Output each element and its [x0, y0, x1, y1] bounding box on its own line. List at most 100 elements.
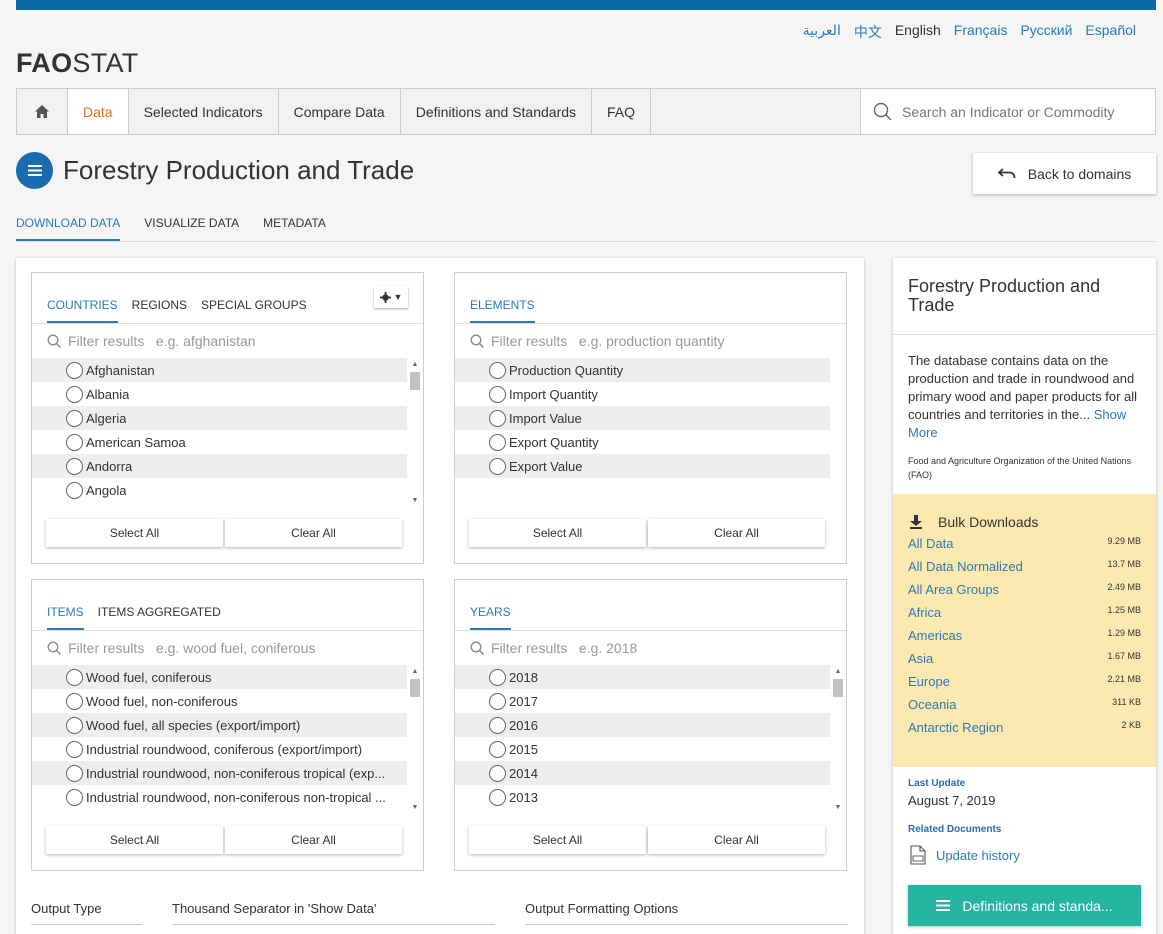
radio-button[interactable]	[66, 788, 83, 806]
radio-button[interactable]	[489, 409, 506, 427]
search-input[interactable]	[902, 103, 1142, 120]
bulk-link[interactable]: Africa	[908, 605, 941, 620]
radio-button[interactable]	[66, 692, 83, 710]
select-all-button[interactable]: Select All	[46, 519, 223, 547]
lang-russian[interactable]: Русский	[1020, 22, 1072, 42]
bulk-link[interactable]: Asia	[908, 651, 933, 666]
bulk-link[interactable]: All Data	[908, 536, 954, 551]
radio-button[interactable]	[66, 361, 83, 379]
list-item[interactable]: 2014	[455, 761, 830, 785]
list-item[interactable]: Industrial roundwood, non-coniferous non…	[32, 785, 407, 809]
bulk-link[interactable]: Europe	[908, 674, 950, 689]
scrollbar[interactable]: ▲ ▼	[832, 667, 844, 813]
settings-dropdown[interactable]: ▼	[374, 286, 408, 308]
select-all-button[interactable]: Select All	[46, 826, 223, 854]
radio-button[interactable]	[489, 361, 506, 379]
scrollbar-thumb[interactable]	[833, 679, 843, 697]
list-item[interactable]: Algeria	[32, 406, 407, 430]
radio-button[interactable]	[66, 457, 83, 475]
scroll-down-icon[interactable]: ▼	[409, 496, 421, 506]
list-item[interactable]: Import Quantity	[455, 382, 830, 406]
tab-countries[interactable]: COUNTRIES	[47, 298, 118, 323]
list-item[interactable]: Wood fuel, coniferous	[32, 665, 407, 689]
radio-button[interactable]	[489, 668, 506, 686]
faostat-logo[interactable]: FAOSTAT	[16, 48, 139, 79]
nav-home[interactable]	[17, 89, 68, 134]
clear-all-button[interactable]: Clear All	[225, 826, 402, 854]
list-item[interactable]: American Samoa	[32, 430, 407, 454]
tab-years[interactable]: YEARS	[470, 605, 511, 630]
list-item[interactable]: Andorra	[32, 454, 407, 478]
list-item[interactable]: Export Value	[455, 454, 830, 478]
nav-definitions-standards[interactable]: Definitions and Standards	[401, 89, 593, 134]
tab-items[interactable]: ITEMS	[47, 605, 84, 630]
nav-faq[interactable]: FAQ	[592, 89, 652, 134]
lang-chinese[interactable]: 中文	[854, 22, 882, 42]
radio-button[interactable]	[489, 385, 506, 403]
definitions-standards-button[interactable]: Definitions and standa...	[908, 885, 1141, 926]
lang-spanish[interactable]: Español	[1085, 22, 1136, 42]
tab-elements[interactable]: ELEMENTS	[470, 298, 535, 323]
select-all-button[interactable]: Select All	[469, 519, 646, 547]
tab-items-aggregated[interactable]: ITEMS AGGREGATED	[98, 605, 221, 630]
scroll-up-icon[interactable]: ▲	[409, 667, 421, 677]
list-item[interactable]: 2017	[455, 689, 830, 713]
tab-visualize-data[interactable]: VISUALIZE DATA	[144, 216, 239, 241]
scrollbar[interactable]: ▲ ▼	[409, 667, 421, 813]
radio-button[interactable]	[66, 740, 83, 758]
radio-button[interactable]	[66, 481, 83, 499]
scroll-up-icon[interactable]: ▲	[832, 667, 844, 677]
list-item[interactable]: 2018	[455, 665, 830, 689]
radio-button[interactable]	[489, 457, 506, 475]
list-item[interactable]: Industrial roundwood, non-coniferous tro…	[32, 761, 407, 785]
radio-button[interactable]	[489, 692, 506, 710]
tab-metadata[interactable]: METADATA	[263, 216, 326, 241]
clear-all-button[interactable]: Clear All	[648, 826, 825, 854]
radio-button[interactable]	[66, 764, 83, 782]
list-item[interactable]: Angola	[32, 478, 407, 502]
scrollbar-thumb[interactable]	[410, 372, 420, 390]
tab-regions[interactable]: REGIONS	[132, 298, 187, 323]
years-filter-input[interactable]	[491, 640, 811, 656]
tab-download-data[interactable]: DOWNLOAD DATA	[16, 216, 121, 241]
bulk-link[interactable]: Oceania	[908, 697, 956, 712]
back-to-domains-button[interactable]: Back to domains	[973, 153, 1156, 194]
radio-button[interactable]	[66, 433, 83, 451]
scroll-down-icon[interactable]: ▼	[832, 803, 844, 813]
nav-compare-data[interactable]: Compare Data	[279, 89, 401, 134]
radio-button[interactable]	[66, 716, 83, 734]
domain-menu-button[interactable]	[16, 152, 53, 189]
tab-special-groups[interactable]: SPECIAL GROUPS	[201, 298, 307, 323]
list-item[interactable]: Albania	[32, 382, 407, 406]
list-item[interactable]: Wood fuel, all species (export/import)	[32, 713, 407, 737]
bulk-link[interactable]: Americas	[908, 628, 962, 643]
radio-button[interactable]	[66, 385, 83, 403]
lang-arabic[interactable]: العربية	[803, 22, 841, 42]
bulk-link[interactable]: Antarctic Region	[908, 720, 1003, 735]
nav-data[interactable]: Data	[68, 89, 129, 134]
radio-button[interactable]	[489, 433, 506, 451]
radio-button[interactable]	[66, 409, 83, 427]
clear-all-button[interactable]: Clear All	[225, 519, 402, 547]
elements-filter-input[interactable]	[491, 333, 811, 349]
radio-button[interactable]	[489, 740, 506, 758]
bulk-link[interactable]: All Data Normalized	[908, 559, 1023, 574]
list-item[interactable]: 2013	[455, 785, 830, 809]
select-all-button[interactable]: Select All	[469, 826, 646, 854]
radio-button[interactable]	[66, 668, 83, 686]
countries-filter-input[interactable]	[68, 333, 388, 349]
radio-button[interactable]	[489, 788, 506, 806]
scroll-down-icon[interactable]: ▼	[409, 803, 421, 813]
nav-selected-indicators[interactable]: Selected Indicators	[129, 89, 279, 134]
clear-all-button[interactable]: Clear All	[648, 519, 825, 547]
list-item[interactable]: Import Value	[455, 406, 830, 430]
update-history-link[interactable]: Update history	[908, 845, 1020, 865]
scrollbar-thumb[interactable]	[410, 679, 420, 697]
list-item[interactable]: Afghanistan	[32, 358, 407, 382]
lang-english[interactable]: English	[895, 22, 941, 42]
bulk-link[interactable]: All Area Groups	[908, 582, 999, 597]
list-item[interactable]: Industrial roundwood, coniferous (export…	[32, 737, 407, 761]
list-item[interactable]: 2015	[455, 737, 830, 761]
radio-button[interactable]	[489, 764, 506, 782]
scrollbar[interactable]: ▲ ▼	[409, 360, 421, 506]
